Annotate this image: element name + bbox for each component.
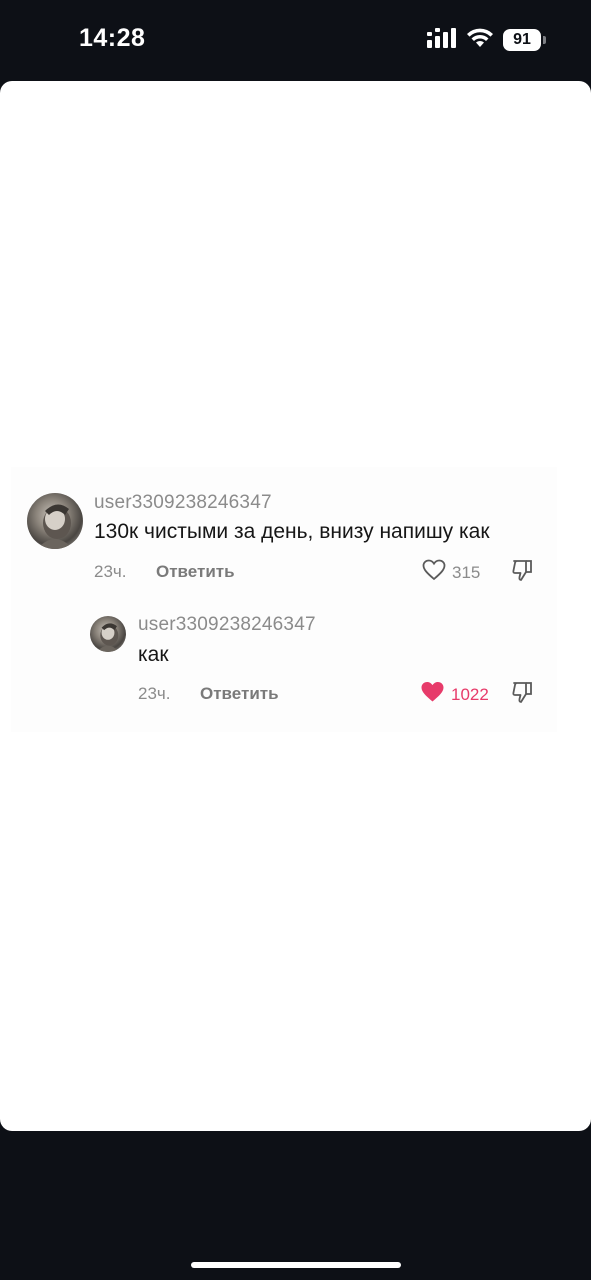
reply-username[interactable]: user3309238246347 [138, 614, 316, 636]
avatar[interactable] [27, 493, 83, 549]
wifi-icon [466, 28, 494, 53]
status-icons: 91 [427, 26, 546, 54]
battery-icon: 91 [503, 29, 546, 51]
reply-button[interactable]: Ответить [156, 562, 235, 582]
comment-text: 130к чистыми за день, внизу напишу как [94, 520, 490, 543]
like-count: 315 [452, 562, 481, 582]
image-viewer: user3309238246347 130к чистыми за день, … [0, 81, 591, 1131]
battery-level: 91 [513, 31, 531, 48]
home-indicator[interactable] [191, 1262, 401, 1268]
heart-outline-icon [422, 559, 446, 586]
comment-username[interactable]: user3309238246347 [94, 492, 272, 514]
status-time: 14:28 [79, 24, 146, 52]
reply-dislike-icon[interactable] [511, 681, 533, 710]
reply-like-button[interactable]: 1022 [420, 681, 489, 708]
reply-text: как [138, 643, 169, 666]
like-button[interactable]: 315 [422, 559, 480, 586]
comment-time: 23ч. [94, 562, 127, 581]
reply-avatar[interactable] [90, 616, 126, 652]
reply-like-count: 1022 [451, 684, 489, 704]
heart-filled-icon [420, 681, 445, 708]
comment-screenshot: user3309238246347 130к чистыми за день, … [11, 467, 557, 732]
reply-time: 23ч. [138, 684, 171, 703]
dislike-icon[interactable] [511, 559, 533, 588]
signal-icon [427, 27, 457, 53]
status-bar: 14:28 91 [0, 0, 591, 80]
reply-reply-button[interactable]: Ответить [200, 684, 279, 704]
